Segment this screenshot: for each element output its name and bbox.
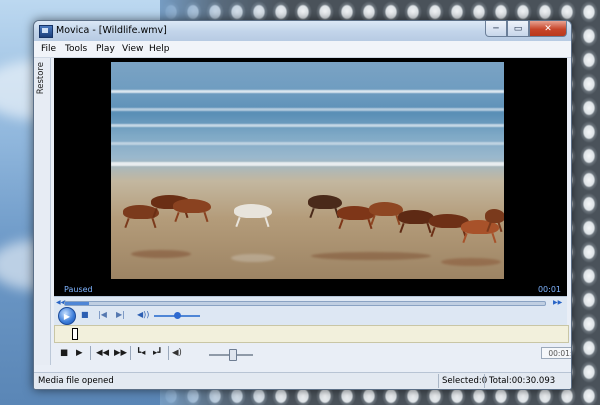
- minimize-button[interactable]: ─: [485, 21, 507, 37]
- menu-file[interactable]: File: [41, 44, 56, 54]
- seek-bar-fill: [65, 302, 89, 305]
- play-button[interactable]: ▶: [58, 307, 76, 325]
- timeline-marker[interactable]: [72, 328, 78, 340]
- total-duration: Total:00:30.093: [489, 376, 556, 386]
- stop-button[interactable]: ■: [81, 310, 89, 319]
- menu-bar: File Tools Play View Help: [34, 41, 571, 58]
- mark-in-button[interactable]: ┗◂: [136, 348, 145, 358]
- restore-side-tab[interactable]: Restore: [35, 58, 51, 365]
- previous-button[interactable]: |◀: [98, 310, 107, 319]
- video-position: 00:01: [537, 285, 561, 294]
- time-display: 00:01:37: [541, 347, 571, 359]
- status-message: Media file opened: [38, 376, 114, 386]
- close-button[interactable]: ✕: [529, 21, 567, 37]
- next-button[interactable]: ▶|: [116, 310, 125, 319]
- seek-bar[interactable]: [64, 301, 546, 306]
- seek-forward-icon[interactable]: ▶▶: [553, 299, 562, 306]
- rewind-button[interactable]: ◀◀: [96, 348, 109, 358]
- fast-forward-button[interactable]: ▶▶: [114, 348, 127, 358]
- menu-tools[interactable]: Tools: [65, 44, 87, 54]
- menu-play[interactable]: Play: [96, 44, 115, 54]
- menu-help[interactable]: Help: [149, 44, 170, 54]
- stop-button-2[interactable]: ■: [60, 348, 68, 358]
- volume-icon[interactable]: ◀)): [137, 310, 149, 319]
- edit-toolbar: ■ ▶ ◀◀ ▶▶ ┗◂ ▸┛ ◀) 00:01:37: [54, 343, 571, 363]
- volume-slider-2-thumb[interactable]: [229, 349, 237, 361]
- play-button-2[interactable]: ▶: [76, 348, 83, 358]
- volume-slider-thumb[interactable]: [174, 312, 181, 319]
- mark-out-button[interactable]: ▸┛: [153, 348, 162, 358]
- edit-timeline[interactable]: [54, 325, 569, 343]
- video-frame: [111, 62, 504, 279]
- playback-state: Paused: [64, 285, 93, 294]
- player-controls: ◀◀ ▶▶ ▶ ■ |◀ ▶| ◀)): [54, 296, 567, 325]
- window-title: Movica - [Wildlife.wmv]: [56, 25, 167, 36]
- app-window: Movica - [Wildlife.wmv] ─ ▭ ✕ File Tools…: [33, 20, 572, 390]
- selected-count: Selected:0: [442, 376, 488, 386]
- app-logo-icon: [39, 25, 53, 38]
- menu-view[interactable]: View: [122, 44, 143, 54]
- speaker-icon[interactable]: ◀): [172, 348, 182, 358]
- status-bar: Media file opened Selected:0 Total:00:30…: [34, 372, 571, 389]
- restore-label: Restore: [36, 62, 46, 95]
- title-bar[interactable]: Movica - [Wildlife.wmv] ─ ▭ ✕: [34, 21, 571, 41]
- maximize-button[interactable]: ▭: [507, 21, 529, 37]
- video-display[interactable]: Paused 00:01: [54, 58, 567, 296]
